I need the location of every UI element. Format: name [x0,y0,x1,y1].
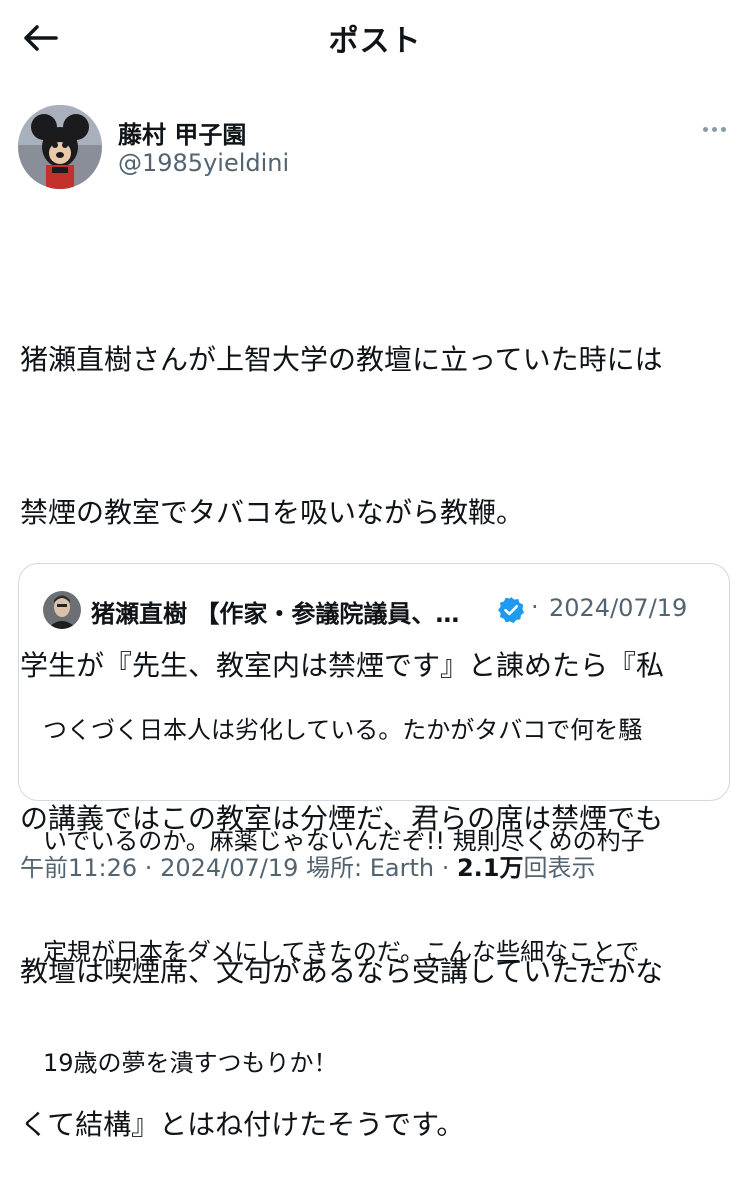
views-count[interactable]: 2.1万 [457,854,524,882]
meta-separator: · [434,854,457,882]
top-bar: ポスト [0,0,750,78]
quoted-text: つくづく日本人は劣化している。たかがタバコで何を騒 いでいるのか。麻薬じゃないん… [43,638,713,1156]
post-author: 藤村 甲子園 @1985yieldini [18,105,732,189]
more-dot [720,126,726,132]
verified-badge-icon [498,597,524,623]
quoted-post[interactable]: 猪瀬直樹 【作家・参議院議員、… · 2024/07/19 つくづく日本人は劣化… [18,563,730,1077]
page-title: ポスト [328,24,422,59]
author-name[interactable]: 藤村 甲子園 [118,115,246,150]
more-horizontal-icon [702,126,708,132]
views-label[interactable]: 回表示 [524,854,596,882]
post-date[interactable]: 2024/07/19 [160,854,298,882]
post-time[interactable]: 午前11:26 [20,854,137,882]
quoted-separator: · [531,593,539,621]
quoted-line: つくづく日本人は劣化している。たかがタバコで何を騒 [43,716,643,744]
more-options-button[interactable] [696,117,732,141]
quoted-line: 19歳の夢を潰すつもりか！ [43,1049,338,1077]
quoted-line: 定規が日本をダメにしてきたのだ。こんな些細なことで [43,938,640,966]
avatar-image [18,105,102,189]
quoted-author-name: 猪瀬直樹 【作家・参議院議員、… [91,600,460,628]
post-line: 猪瀬直樹さんが上智大学の教壇に立っていた時には [20,343,663,376]
quoted-date: 2024/07/19 [549,594,688,622]
post-line: 禁煙の教室でタバコを吸いながら教鞭。 [20,496,525,529]
post-metadata: 午前11:26 · 2024/07/19 場所: Earth · 2.1万回表示 [20,848,596,883]
more-dot [711,126,717,132]
quoted-avatar-image [43,591,81,629]
author-avatar[interactable] [18,105,102,189]
author-handle[interactable]: @1985yieldini [118,149,289,177]
quoted-author-avatar [43,591,81,629]
post-location: 場所: Earth [298,854,435,882]
meta-separator: · [137,854,161,882]
